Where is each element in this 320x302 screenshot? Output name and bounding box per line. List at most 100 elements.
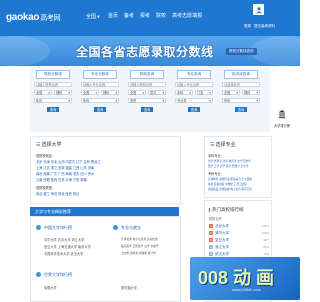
china-rank-link[interactable]: 中国大学排行榜 [44,225,72,231]
query-button[interactable]: 查询 [188,107,200,112]
nav-volunteer[interactable]: 高考志愿填报 [172,12,202,19]
world-rank-line[interactable]: 哈佛大学 [44,285,57,290]
major-class-select[interactable]: 专业类 ▾ [175,98,213,103]
subject-select[interactable]: 理科 ▾ [101,90,119,95]
nav-schools[interactable]: 院校 [156,12,166,19]
region-sublabel: 按院校地区: [36,154,54,158]
region-links-row[interactable]: 湖北 湖南 广东 广西 海南 重庆 四川 贵州 [36,171,94,176]
rank-row[interactable]: 1 北京大学 1227 [209,223,269,229]
ranking-tool-label: 大学排行榜 [274,124,290,128]
search-col-major-score: 专业分数线 请输入专业名称 全国 ▾ 理科 ▾ 年份 ▾ 查询 [81,70,119,112]
rank-row[interactable]: 2 清华大学 1082 [209,230,269,236]
school-input[interactable]: 请输入院校名称 [128,82,166,87]
year-select[interactable]: 年份 ▾ [34,98,72,103]
rank-name: 4 浙江大学 [209,244,229,250]
major-score-input[interactable]: 请输入专业名称 [81,82,119,87]
login-link[interactable]: 登录 [244,24,251,28]
province-select[interactable]: 全国 ▾ [81,90,99,95]
site-logo[interactable]: gaokao高考网 [6,12,61,23]
tab-batch-line[interactable]: 批次线查询 [224,70,258,79]
major-links-row[interactable]: 食品药品 交通运输 电子信息 医药卫生 [208,187,252,191]
region-links-row[interactable]: 北京 天津 河北 山西 内蒙古 辽宁 吉林 黑龙江 [36,159,100,164]
user-avatar[interactable] [253,4,264,15]
select-value: 门类 [197,91,204,95]
nav-prepare[interactable]: 备考 [124,12,134,19]
chevron-down-icon: ▾ [162,98,164,103]
panel-title-text: 选择大学 [41,142,62,148]
query-button[interactable]: 查询 [94,107,106,112]
year-select[interactable]: 年份 ▾ [81,98,119,103]
type-links-row[interactable]: 综合 理工 师范 财经 医药 政法 [36,191,79,196]
province-select[interactable]: 全国 ▾ [128,90,146,95]
province-select[interactable]: 全国 ▾ [34,90,52,95]
submit-link[interactable]: 提交高考资料 [254,24,275,28]
rank-row[interactable]: 3 复旦大学 987 [209,237,269,243]
level-select[interactable]: 层次 ▾ [148,90,166,95]
logo-text: gaokao [6,12,40,23]
rank-number: 3 [209,237,213,242]
query-button[interactable]: 查询 [47,107,59,112]
major-panel-title: ☰选择专业 [210,141,236,148]
undergrad-sublabel: 本科专业: [208,154,222,158]
chevron-down-icon: ▾ [142,90,144,95]
major-list-line[interactable]: 计算机类 电子信息类 自动化类 [121,237,158,241]
promo-url: www.008dh.com [232,288,262,292]
major-list-line[interactable]: 临床医学 口腔医学 法学 金融学 [121,244,159,248]
query-button[interactable]: 查询 [235,107,247,112]
rank-name: 5 武汉大学 [209,251,229,257]
banner-tag[interactable]: 院校分数线查询 [226,48,257,55]
select-value: 专业类 [177,99,187,103]
school-name: 武汉大学 [215,251,229,256]
rank-list-line[interactable]: 复旦大学 上海交通大学 南京大学 [44,244,91,249]
province-select[interactable]: 全国 ▾ [222,90,240,95]
degree-select[interactable]: 本科 ▾ [175,90,193,95]
subject-select[interactable]: 理科 ▾ [242,90,260,95]
world-rank-link[interactable]: 世界大学排行榜 [44,272,72,278]
rank-name: 1 北京大学 [209,223,229,229]
chevron-down-icon: ▾ [95,90,97,95]
major-job-link[interactable]: 专业与就业 [121,225,141,231]
promo-text: 008 动 画 [198,268,275,288]
select-value: 全国 [224,91,231,95]
subject-select[interactable]: 理科 ▾ [54,90,72,95]
recommend-panel: 中国大学排行榜 清华大学 北京大学 浙江大学 复旦大学 上海交通大学 南京大学 … [30,216,181,302]
major-links-row[interactable]: 哲学 经济学 法学 教育学 文学 历史学 [208,159,251,163]
region-links-row[interactable]: 上海 江苏 浙江 安徽 福建 江西 山东 河南 [36,165,94,170]
year-select[interactable]: 年份 ▾ [222,98,260,103]
recommend-section-title: 大学与专业精彩推荐 [30,207,179,216]
ranking-tool[interactable]: 大学排行榜 [274,104,290,128]
select-value: 理科 [103,91,110,95]
panel-title-text: 选择专业 [215,142,236,148]
region-links-row[interactable]: 云南 西藏 陕西 甘肃 青海 宁夏 新疆 [36,177,87,182]
tab-major-score[interactable]: 专业分数线 [83,70,117,79]
logo-suffix: 高考网 [40,15,61,22]
rank-count: 987 [263,238,269,242]
rank-list-line[interactable]: 清华大学 北京大学 浙江大学 [44,237,84,242]
region-selector[interactable]: 全国▼ [86,13,100,20]
tab-major-query[interactable]: 专业查询 [177,70,211,79]
category-select[interactable]: 门类 ▾ [195,90,213,95]
rank-list-line[interactable]: 中国科学技术大学 武汉大学 [44,251,83,256]
rank-number: 5 [209,251,213,256]
batch-province-input[interactable]: 请选择省份 [222,82,260,87]
tab-school-score[interactable]: 院校分数线 [36,70,70,79]
major-list-line[interactable]: 土木类 建筑类 机械类 会计学 [121,251,156,255]
rank-name: 2 清华大学 [209,230,229,236]
select-value: 全国 [130,91,137,95]
nav-home[interactable]: 首页 [108,12,118,19]
major-input[interactable]: 请输入专业名称 [175,82,213,87]
nav-apply[interactable]: 报考 [140,12,150,19]
school-rank-icon [36,225,41,230]
hot-school-sublabel: 院校名称 [209,217,222,221]
rank-row[interactable]: 4 浙江大学 892 [209,244,269,250]
type-select[interactable]: 类型 ▾ [128,98,166,103]
major-links-row[interactable]: 理学 工学 农学 医学 管理学 艺术学 [208,164,248,168]
major-links-row[interactable]: 农林牧渔 资源环境 能源动力 土木建筑 [208,177,252,181]
query-button[interactable]: 查询 [141,107,153,112]
major-select-panel: ☰选择专业 本科专业: 哲学 经济学 法学 教育学 文学 历史学 理学 工学 农… [204,136,272,198]
tab-school-query[interactable]: 院校查询 [130,70,164,79]
promo-banner[interactable]: 008 动 画 www.008dh.com [190,257,300,300]
world-rank-line[interactable]: 斯坦福大学 [121,285,137,290]
school-score-input[interactable]: 请输入院校名称 [34,82,72,87]
major-links-row[interactable]: 水利 装备制造 生物化工 轻工纺织 [208,182,247,186]
